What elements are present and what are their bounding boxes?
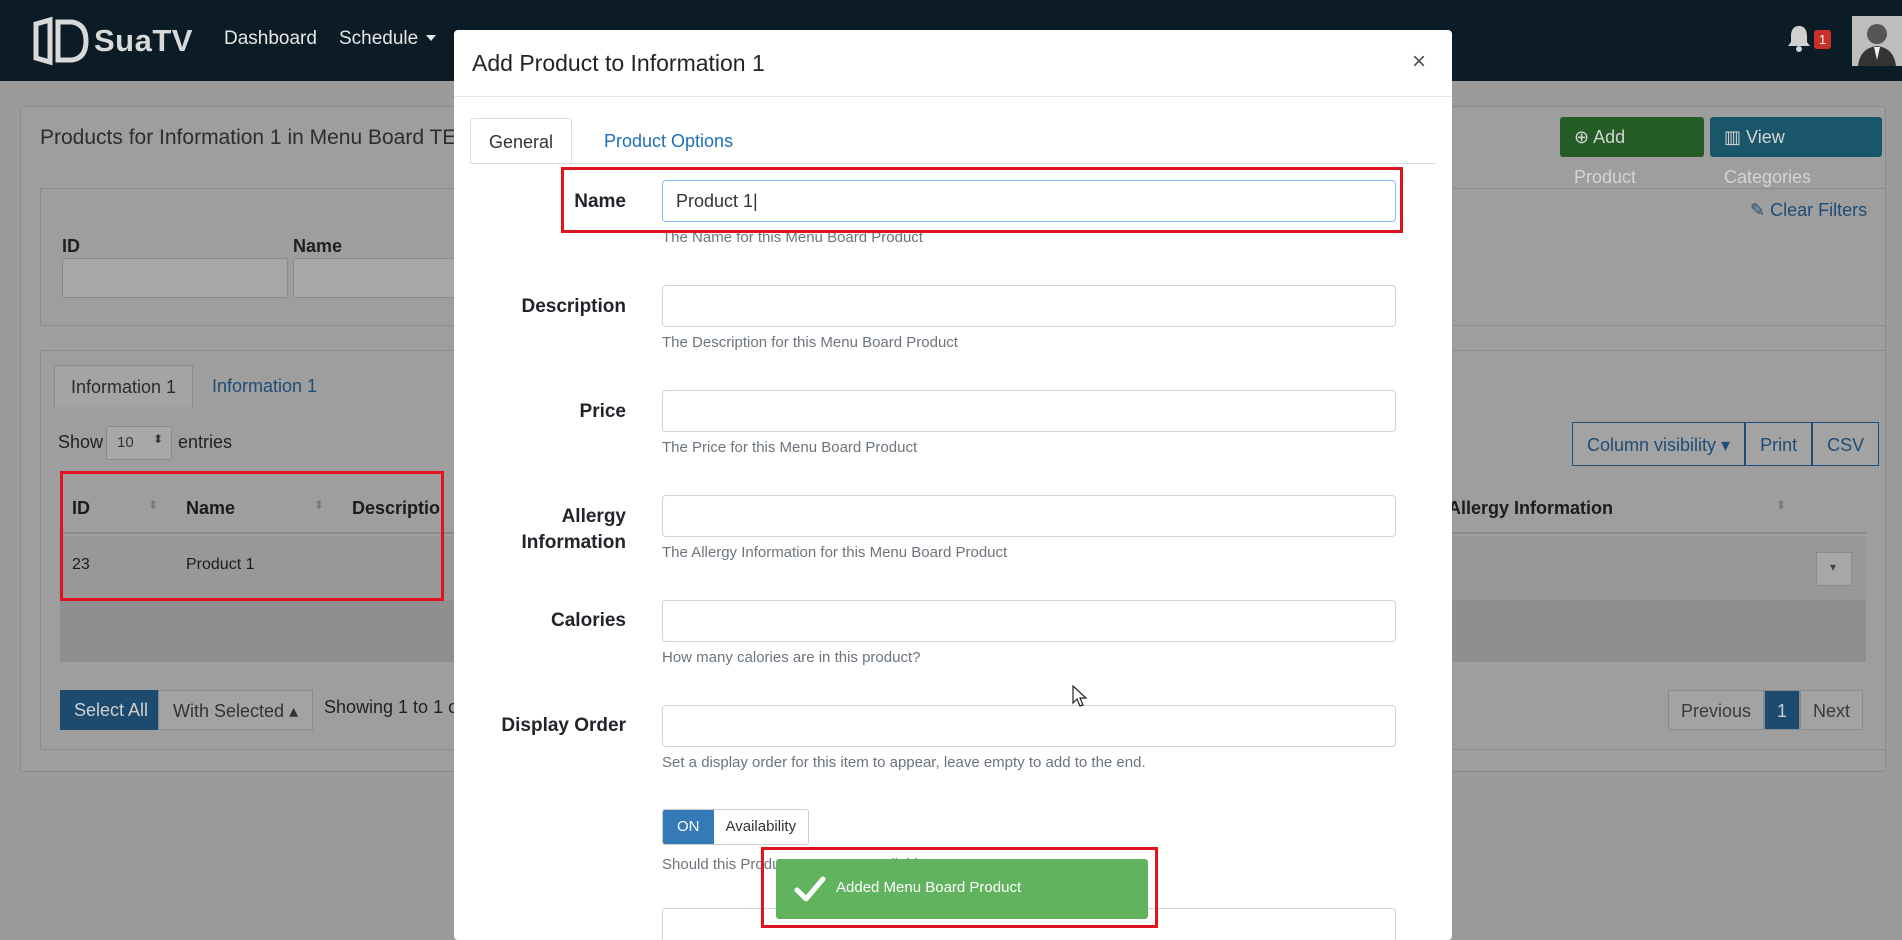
calories-input[interactable] xyxy=(662,600,1396,642)
modal-tab-divider xyxy=(470,163,1436,164)
table-buttons: Column visibility ▾ Print CSV xyxy=(1572,422,1880,466)
display-order-input[interactable] xyxy=(662,705,1396,747)
with-selected-button[interactable]: With Selected ▴ xyxy=(158,690,314,730)
tab-product-options[interactable]: Product Options xyxy=(586,118,751,164)
notification-badge: 1 xyxy=(1814,30,1832,49)
sort-icon: ⬍ xyxy=(1776,498,1787,512)
allergy-help: The Allergy Information for this Menu Bo… xyxy=(662,544,1008,561)
highlight-box-toast xyxy=(761,847,1158,928)
chevron-down-icon: ▾ xyxy=(1830,560,1837,574)
description-input[interactable] xyxy=(662,285,1396,327)
description-help: The Description for this Menu Board Prod… xyxy=(662,334,958,351)
csv-button[interactable]: CSV xyxy=(1812,422,1880,466)
logo-icon xyxy=(33,16,89,66)
modal-title: Add Product to Information 1 xyxy=(472,50,765,76)
nav-dashboard[interactable]: Dashboard xyxy=(224,28,317,50)
select-arrows-icon: ⬍ xyxy=(152,432,163,446)
tab-information-1[interactable]: Information 1 xyxy=(54,365,194,407)
display-order-label: Display Order xyxy=(501,715,626,736)
select-all-button[interactable]: Select All xyxy=(60,690,163,730)
add-product-button[interactable]: ⊕ Add Product xyxy=(1560,117,1704,187)
availability-on[interactable]: ON xyxy=(663,810,714,844)
page-title: Products for Information 1 in Menu Board… xyxy=(40,126,457,149)
view-categories-label: View Categories xyxy=(1724,127,1812,187)
highlight-box-name xyxy=(561,167,1403,233)
page-length-select[interactable]: 10 ⬍ xyxy=(106,426,172,460)
column-visibility-button[interactable]: Column visibility ▾ xyxy=(1572,422,1746,466)
modal-divider xyxy=(454,96,1452,97)
page-length-value: 10 xyxy=(117,434,134,451)
price-input[interactable] xyxy=(662,390,1396,432)
allergy-input[interactable] xyxy=(662,495,1396,537)
filter-name-input[interactable] xyxy=(293,258,463,298)
close-icon[interactable]: × xyxy=(1412,48,1426,76)
allergy-label: Allergy Information xyxy=(454,504,627,556)
clear-filters-label: Clear Filters xyxy=(1770,200,1868,220)
row-actions-dropdown[interactable]: ▾ xyxy=(1816,552,1852,586)
filter-id-label: ID xyxy=(62,236,80,256)
calories-help: How many calories are in this product? xyxy=(662,649,921,666)
tab-general[interactable]: General xyxy=(470,118,573,164)
user-avatar[interactable] xyxy=(1852,16,1902,66)
description-label: Description xyxy=(521,296,626,317)
view-categories-button[interactable]: ▥ View Categories xyxy=(1710,117,1882,187)
pagination-next[interactable]: Next xyxy=(1800,690,1864,730)
filter-name-label: Name xyxy=(293,236,343,256)
with-selected-label: With Selected xyxy=(173,701,285,721)
filter-id-input[interactable] xyxy=(62,258,288,298)
highlight-box-table xyxy=(60,471,444,601)
pagination-previous[interactable]: Previous xyxy=(1668,690,1765,730)
nav-links: Dashboard Schedule De xyxy=(224,28,482,50)
nav-schedule[interactable]: Schedule xyxy=(339,28,436,50)
avatar-icon xyxy=(1852,16,1902,66)
allergy-label-line2: Information xyxy=(521,532,627,553)
bell-icon xyxy=(1788,26,1810,52)
price-help: The Price for this Menu Board Product xyxy=(662,439,918,456)
showing-info: Showing 1 to 1 o xyxy=(324,697,459,717)
availability-label: Availability xyxy=(713,810,809,844)
allergy-label-line1: Allergy xyxy=(561,506,626,527)
pagination: Previous 1 Next xyxy=(1668,690,1864,730)
logo-text: SuaTV xyxy=(94,23,193,58)
show-label: Show xyxy=(58,432,104,452)
pagination-page-1[interactable]: 1 xyxy=(1764,690,1801,730)
tab-information-1-b[interactable]: Information 1 xyxy=(196,365,333,407)
mouse-cursor-icon xyxy=(1072,685,1088,707)
calories-label: Calories xyxy=(551,610,626,631)
print-button[interactable]: Print xyxy=(1745,422,1813,466)
notifications-bell[interactable] xyxy=(1786,24,1812,57)
column-visibility-label: Column visibility xyxy=(1587,435,1717,455)
logo[interactable]: SuaTV xyxy=(28,16,193,66)
col-allergy[interactable]: Allergy Information xyxy=(1448,498,1613,519)
price-label: Price xyxy=(579,401,626,422)
availability-toggle[interactable]: ON Availability xyxy=(662,809,810,845)
add-product-label: Add Product xyxy=(1574,127,1637,187)
clear-filters-link[interactable]: ✎ Clear Filters xyxy=(1750,200,1867,221)
entries-label: entries xyxy=(178,432,233,452)
display-order-help: Set a display order for this item to app… xyxy=(662,754,1146,771)
